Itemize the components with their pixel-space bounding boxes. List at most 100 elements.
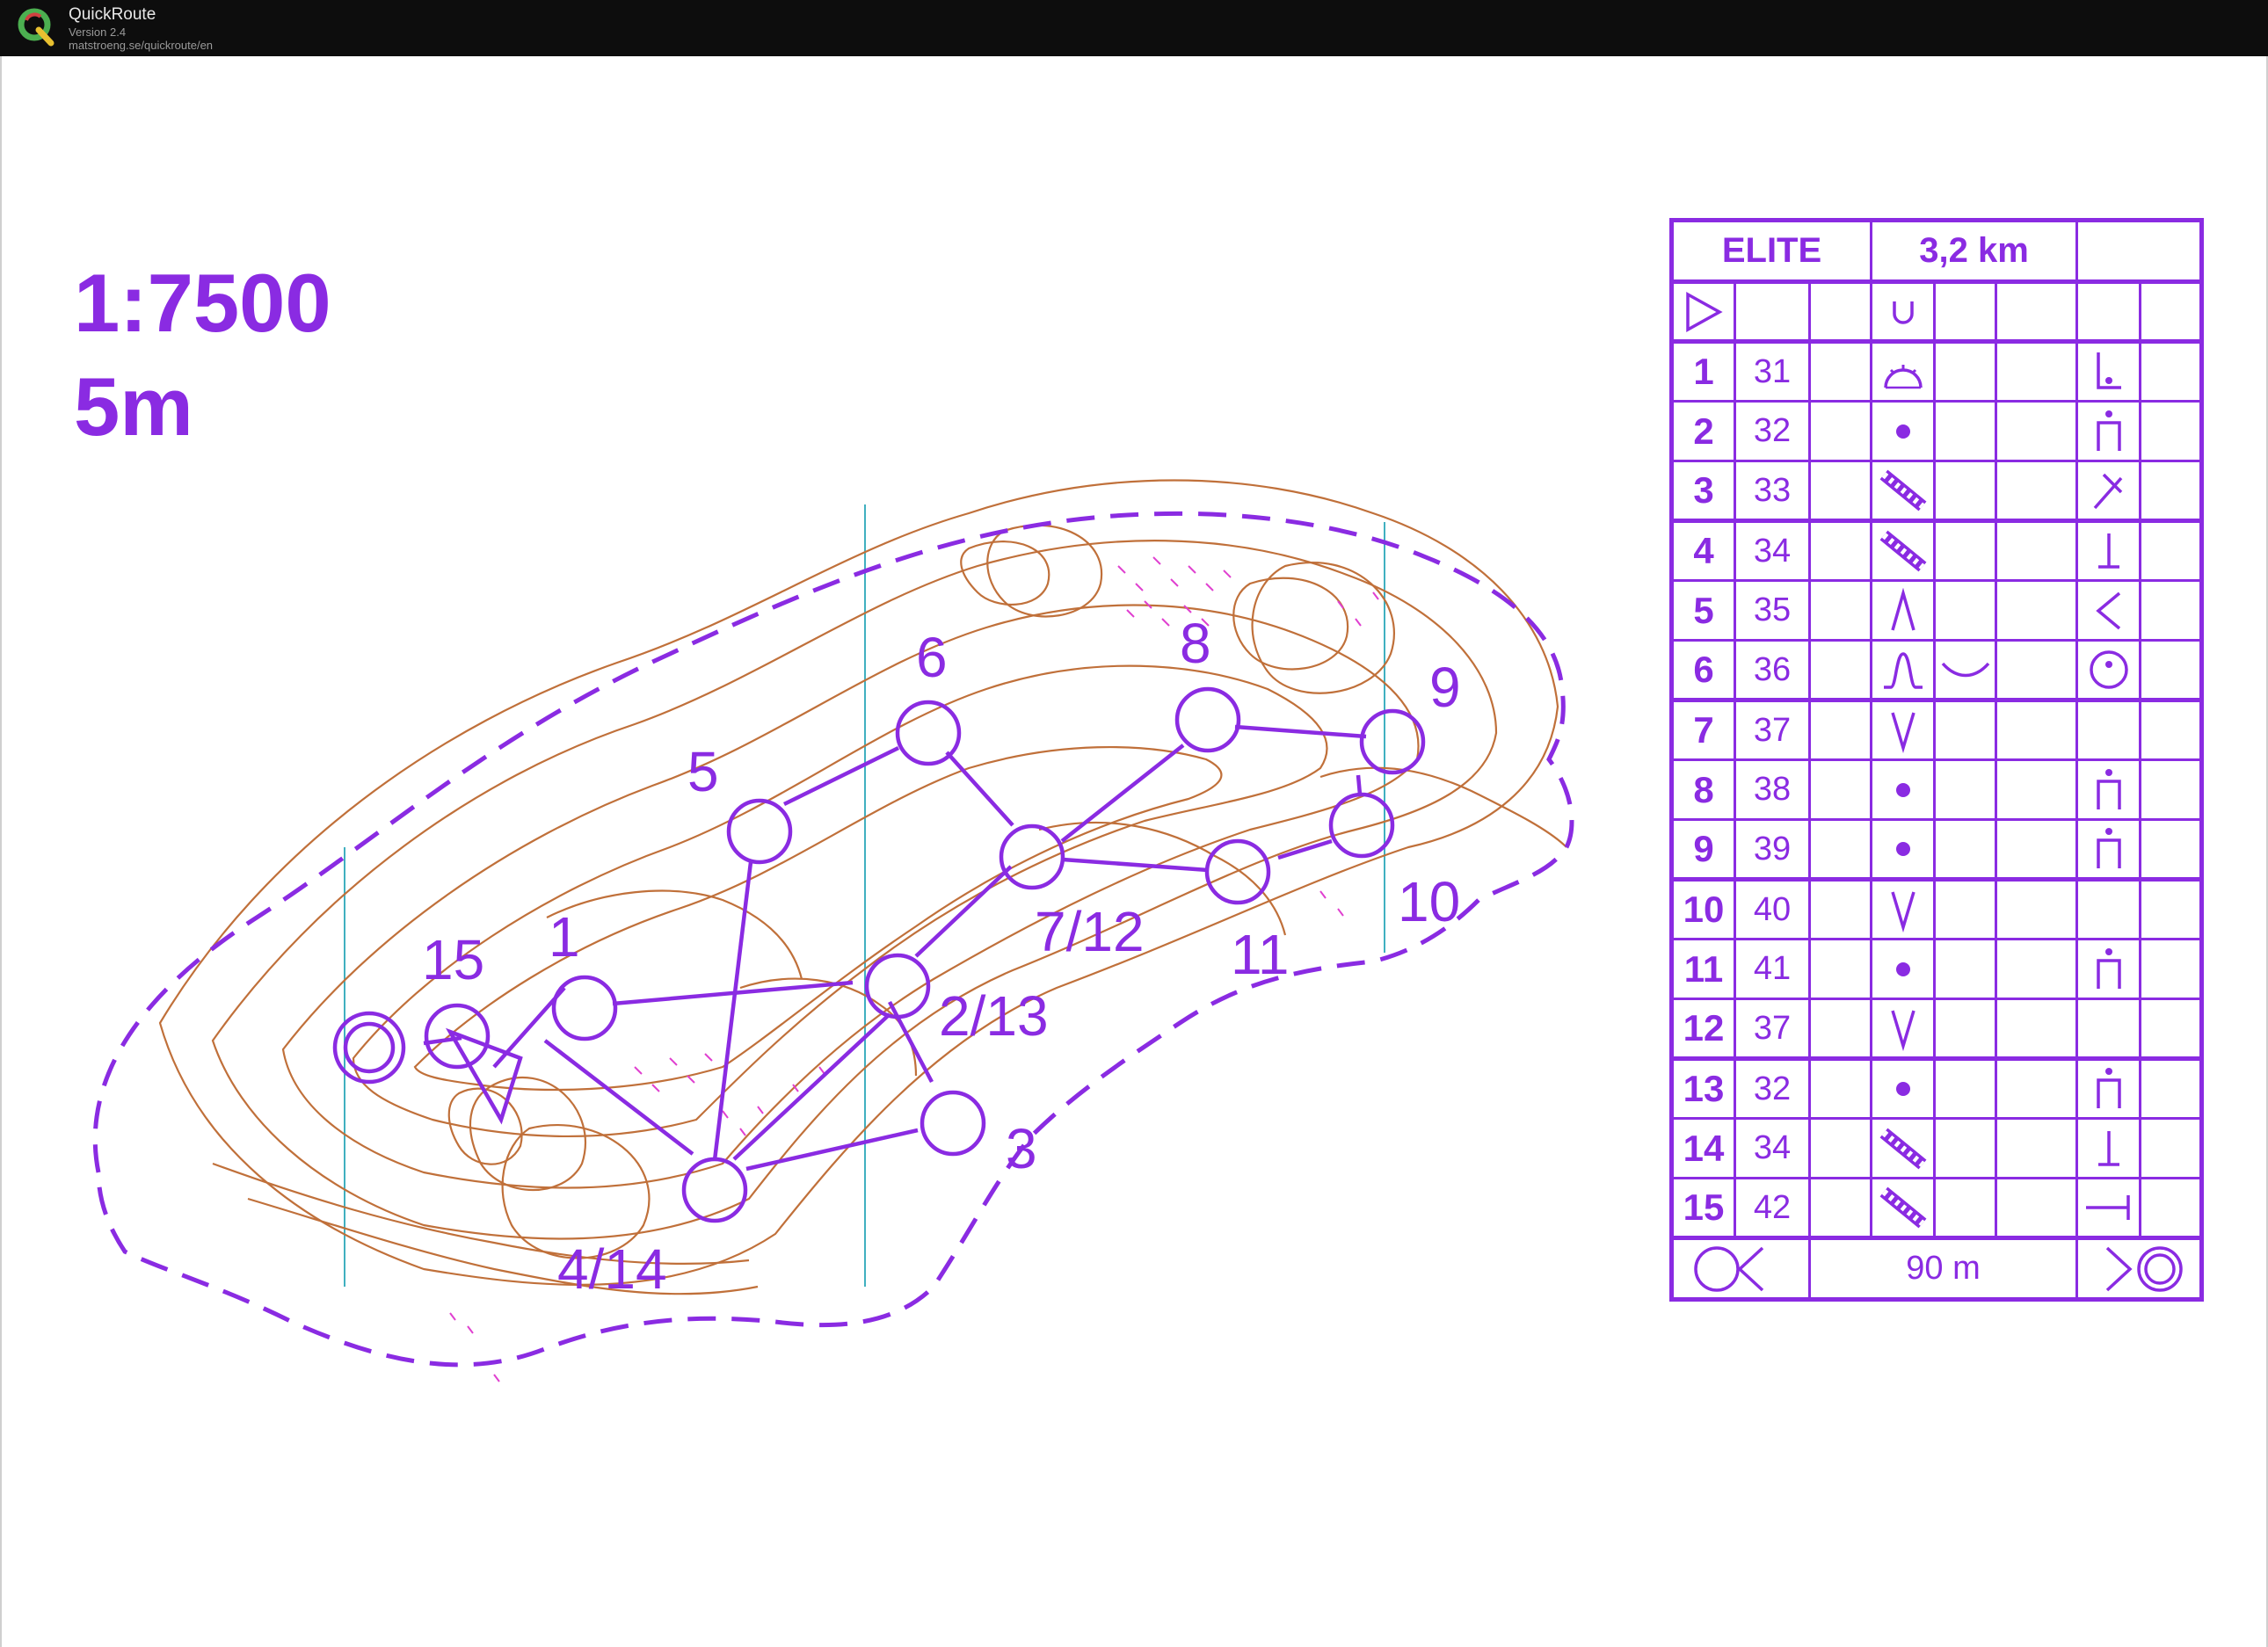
control-label: 15 — [422, 928, 484, 991]
control-4-14-circle[interactable] — [681, 1157, 748, 1223]
control-code: 41 — [1734, 938, 1811, 1000]
north-side-icon — [2075, 758, 2141, 821]
control-code: 31 — [1734, 339, 1811, 403]
shallow-icon — [1933, 639, 1997, 701]
app-version: Version 2.4 — [69, 25, 127, 39]
window-titlebar: QuickRoute Version 2.4 matstroeng.se/qui… — [0, 0, 2268, 58]
description-row: 2 32 — [1670, 400, 2203, 462]
description-row: 8 38 — [1670, 758, 2203, 821]
north-side-icon — [2075, 400, 2141, 462]
empty-cell — [1933, 400, 1997, 462]
finish-circle-icon — [2105, 1245, 2183, 1292]
control-code: 33 — [1734, 460, 1811, 522]
boulder-icon — [1870, 758, 1936, 821]
north-west-corner-icon — [2075, 460, 2141, 522]
description-row: 3 33 — [1670, 460, 2203, 522]
control-number: 15 — [1670, 1177, 1736, 1239]
description-row: 14 34 — [1670, 1117, 2203, 1179]
control-number: 7 — [1670, 698, 1736, 761]
control-number: 10 — [1670, 877, 1736, 940]
empty-cell — [1933, 339, 1997, 403]
crossing-point-icon — [1892, 301, 1914, 324]
empty-cell — [1933, 1177, 1997, 1239]
empty-cell — [1933, 1117, 1997, 1179]
contour-lines — [158, 479, 1567, 1295]
finish-inner-circle[interactable] — [343, 1021, 396, 1074]
control-description-sheet: ELITE 3,2 km 1 31 2 32 3 33 4 34 5 35 6 36 7 37 8 38 9 39… — [1669, 218, 2204, 1302]
description-row: 4 34 — [1670, 519, 2203, 582]
control-code: 32 — [1734, 400, 1811, 462]
control-number: 1 — [1670, 339, 1736, 403]
control-5-circle[interactable] — [726, 798, 793, 865]
north-side-icon — [2075, 818, 2141, 881]
finish-symbol-right — [2075, 1236, 2203, 1301]
control-1-circle[interactable] — [551, 975, 618, 1041]
control-8-circle[interactable] — [1174, 686, 1241, 753]
control-label: 3 — [1006, 1117, 1037, 1180]
description-row: 13 32 — [1670, 1056, 2203, 1120]
map-canvas[interactable]: 1 2/13 3 4/14 5 6 7/12 8 9 10 11 15 1:75… — [0, 56, 2268, 1647]
control-code: 40 — [1734, 877, 1811, 940]
control-number: 13 — [1670, 1056, 1736, 1120]
control-label: 9 — [1429, 656, 1461, 719]
app-title: QuickRoute — [69, 5, 156, 24]
quickroute-logo-icon — [18, 8, 55, 47]
empty-cell — [1933, 938, 1997, 1000]
control-code: 34 — [1734, 1117, 1811, 1179]
control-2-13-circle[interactable] — [864, 953, 931, 1019]
control-label: 8 — [1180, 612, 1211, 675]
control-code: 36 — [1734, 639, 1811, 701]
control-number: 6 — [1670, 639, 1736, 701]
magnetic-north-lines — [344, 504, 1385, 1287]
boulder-icon — [1870, 818, 1936, 881]
boulder-icon — [1870, 938, 1936, 1000]
class-name: ELITE — [1670, 219, 1872, 283]
west-part-icon — [2075, 579, 2141, 642]
empty-cell — [2075, 698, 2141, 761]
description-row: 11 41 — [1670, 938, 2203, 1000]
boulder-icon — [1870, 400, 1936, 462]
empty-cell — [1933, 998, 1997, 1060]
control-number: 9 — [1670, 818, 1736, 881]
foot-corner-icon — [2075, 339, 2141, 403]
start-symbol-cell — [1670, 279, 1736, 343]
control-code: 35 — [1734, 579, 1811, 642]
re-entrant-icon — [1870, 998, 1936, 1060]
course-length: 3,2 km — [1870, 219, 2078, 283]
contour-interval-label: 5m — [74, 360, 193, 453]
control-9-circle[interactable] — [1359, 708, 1426, 775]
boulder-icon — [1870, 1056, 1936, 1120]
control-code: 32 — [1734, 1056, 1811, 1120]
north-side-icon — [2075, 938, 2141, 1000]
out-of-bounds-boundary — [92, 511, 1574, 1368]
empty-cell — [1933, 579, 1997, 642]
app-url-link[interactable]: matstroeng.se/quickroute/en — [69, 39, 213, 52]
empty-cell — [1933, 818, 1997, 881]
description-row: 15 42 — [1670, 1177, 2203, 1239]
control-label: 4/14 — [557, 1237, 667, 1301]
control-number: 14 — [1670, 1117, 1736, 1179]
control-code: 42 — [1734, 1177, 1811, 1239]
north-side-icon — [2075, 1056, 2141, 1120]
control-label: 2/13 — [939, 984, 1049, 1048]
control-labels: 1 2/13 3 4/14 5 6 7/12 8 9 10 11 15 — [422, 612, 1461, 1301]
boulder-field-icon — [1870, 460, 1936, 522]
empty-cell — [1933, 877, 1997, 940]
top-icon — [2075, 639, 2141, 701]
control-number: 11 — [1670, 938, 1736, 1000]
control-number: 3 — [1670, 460, 1736, 522]
description-row: 5 35 — [1670, 579, 2203, 642]
spur-icon — [1870, 579, 1936, 642]
control-label: 5 — [687, 740, 719, 803]
empty-cell — [1933, 519, 1997, 582]
control-6-circle[interactable] — [895, 700, 962, 766]
description-row: 7 37 — [1670, 698, 2203, 761]
control-3-circle[interactable] — [920, 1090, 986, 1157]
boulder-field-icon — [1870, 1177, 1936, 1239]
control-code: 39 — [1734, 818, 1811, 881]
control-number: 2 — [1670, 400, 1736, 462]
control-10-circle[interactable] — [1328, 792, 1395, 859]
finish-from-control-icon — [1693, 1245, 1763, 1292]
finish-distance: 90 m — [1808, 1236, 2078, 1301]
finish-symbol-left — [1670, 1236, 1811, 1301]
